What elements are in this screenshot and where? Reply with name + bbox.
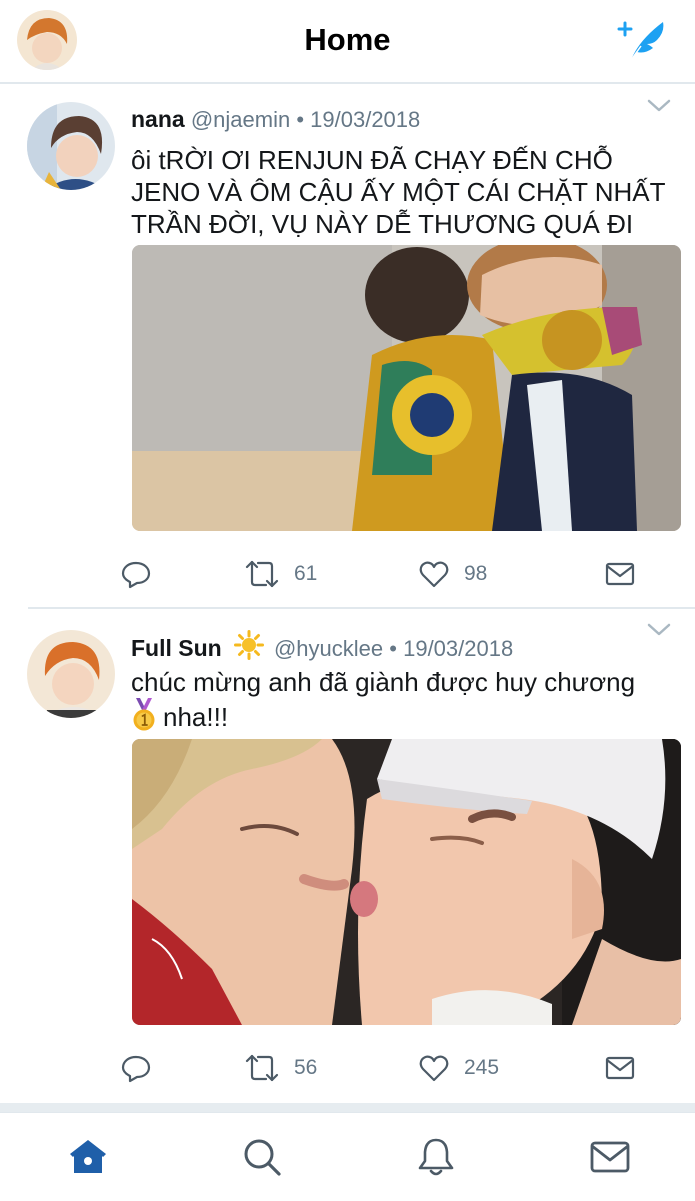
- bell-icon[interactable]: [414, 1135, 458, 1179]
- reply-button[interactable]: [120, 556, 152, 592]
- heart-icon: [419, 561, 449, 588]
- like-count: 98: [464, 562, 488, 585]
- tweet-text-line-2: nha!!!: [131, 698, 683, 733]
- envelope-icon: [605, 562, 635, 586]
- envelope-icon: [605, 1056, 635, 1080]
- tweet-meta: nana @njaemin • 19/03/2018: [131, 106, 420, 133]
- messages-envelope-icon[interactable]: [588, 1135, 632, 1179]
- tweet-avatar[interactable]: [27, 630, 115, 718]
- tweet-text: ôi tRỜI ƠI RENJUN ĐÃ CHẠY ĐẾN CHỖ JENO V…: [131, 144, 683, 240]
- reply-icon: [121, 561, 151, 589]
- top-bar: Home: [0, 0, 695, 84]
- tweet-avatar[interactable]: [27, 102, 115, 190]
- like-button[interactable]: 98: [418, 556, 487, 592]
- direct-message-button[interactable]: [604, 556, 636, 592]
- retweet-count: 61: [294, 562, 318, 585]
- direct-message-button[interactable]: [604, 1050, 636, 1086]
- retweet-button[interactable]: 56: [244, 1050, 317, 1086]
- retweet-count: 56: [294, 1056, 318, 1079]
- page-title: Home: [304, 22, 391, 57]
- sun-emoji-icon: [233, 630, 264, 660]
- tweet-date[interactable]: 19/03/2018: [403, 636, 513, 661]
- search-icon[interactable]: [240, 1135, 284, 1179]
- meta-separator: •: [296, 107, 305, 132]
- meta-separator: •: [389, 636, 397, 661]
- retweet-icon: [245, 1054, 279, 1082]
- user-handle[interactable]: @njaemin: [191, 107, 290, 132]
- tweet-date[interactable]: 19/03/2018: [310, 107, 420, 132]
- like-button[interactable]: 245: [418, 1050, 499, 1086]
- tweet-text: chúc mừng anh đã giành được huy chương n…: [131, 666, 683, 733]
- user-handle[interactable]: @hyucklee: [274, 636, 383, 661]
- tweet-actions: 56 245: [120, 1050, 660, 1086]
- tweet-actions: 61 98: [120, 556, 660, 592]
- tweet-photo[interactable]: [132, 245, 681, 531]
- tweet-text-line: JENO VÀ ÔM CẬU ẤY MỘT CÁI CHẶT NHẤT: [131, 177, 666, 207]
- reply-button[interactable]: [120, 1050, 152, 1086]
- bottom-tab-bar: [0, 1112, 695, 1201]
- tweet[interactable]: nana @njaemin • 19/03/2018 ôi tRỜI ƠI RE…: [0, 84, 695, 607]
- like-count: 245: [464, 1056, 500, 1079]
- tweet-text-line: TRẦN ĐỜI, VỤ NÀY DỄ THƯƠNG QUÁ ĐI: [131, 209, 634, 239]
- tweet-text-line: nha!!!: [163, 702, 229, 732]
- display-name[interactable]: nana: [131, 106, 185, 132]
- tweet[interactable]: Full Sun @hyucklee • 19/03/2018 chúc mừn…: [0, 608, 695, 1103]
- chevron-down-icon[interactable]: [645, 96, 673, 116]
- retweet-icon: [245, 560, 279, 588]
- medal-emoji-icon: [133, 698, 155, 731]
- heart-icon: [419, 1055, 449, 1082]
- reply-icon: [121, 1055, 151, 1083]
- tweet-meta: Full Sun @hyucklee • 19/03/2018: [131, 630, 513, 662]
- tweet-text-line: chúc mừng anh đã giành được huy chương: [131, 667, 636, 697]
- retweet-button[interactable]: 61: [244, 556, 317, 592]
- tweet-text-line: ôi tRỜI ƠI RENJUN ĐÃ CHẠY ĐẾN CHỖ: [131, 145, 613, 175]
- compose-feather-icon[interactable]: [617, 18, 669, 62]
- tweet-photo[interactable]: [132, 739, 681, 1025]
- home-icon[interactable]: [66, 1135, 110, 1179]
- display-name[interactable]: Full Sun: [131, 635, 222, 661]
- feed-bottom-gap: [0, 1103, 695, 1112]
- chevron-down-icon[interactable]: [645, 620, 673, 640]
